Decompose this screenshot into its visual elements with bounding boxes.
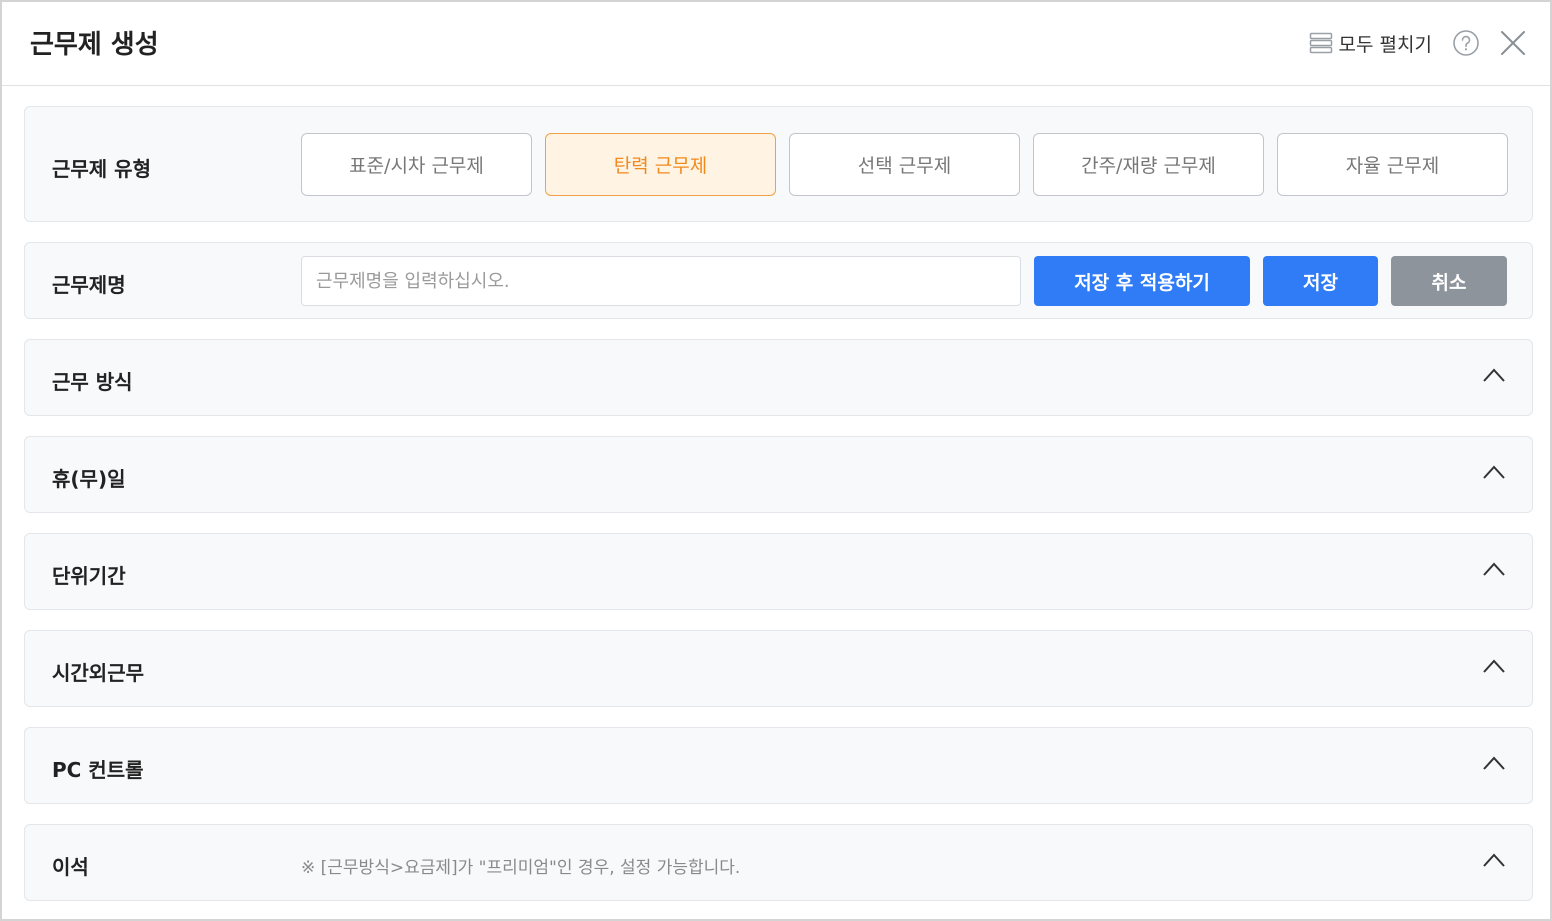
section-label: 근무 방식 — [52, 370, 133, 394]
header-tools: 모두 펼치기 — [1309, 26, 1526, 60]
section-note: ※ [근무방식>요금제]가 "프리미엄"인 경우, 설정 가능합니다. — [301, 858, 741, 878]
section-label: 시간외근무 — [52, 661, 144, 685]
expand-all-button[interactable]: 모두 펼치기 — [1309, 30, 1432, 57]
work-name-label: 근무제명 — [52, 273, 126, 297]
work-name-input[interactable] — [301, 256, 1021, 306]
save-and-apply-button[interactable]: 저장 후 적용하기 — [1034, 256, 1250, 306]
section-unit-period[interactable]: 단위기간 — [24, 533, 1533, 610]
work-name-card: 근무제명 저장 후 적용하기 저장 취소 — [24, 242, 1533, 319]
type-option-standard[interactable]: 표준/시차 근무제 — [301, 133, 532, 196]
chevron-up-icon[interactable] — [1482, 852, 1506, 868]
close-icon[interactable] — [1500, 30, 1526, 56]
chevron-up-icon[interactable] — [1482, 464, 1506, 480]
list-icon — [1309, 32, 1332, 54]
work-type-label: 근무제 유형 — [52, 157, 151, 181]
type-option-flexible[interactable]: 탄력 근무제 — [545, 133, 776, 196]
section-label: 휴(무)일 — [52, 467, 126, 491]
type-option-selective[interactable]: 선택 근무제 — [789, 133, 1020, 196]
work-schedule-dialog: 근무제 생성 모두 펼치기 근무제 유형 표준/시차 근무제 탄력 근무제 선택… — [0, 0, 1552, 921]
save-button[interactable]: 저장 — [1263, 256, 1378, 306]
dialog-title: 근무제 생성 — [30, 30, 159, 60]
chevron-up-icon[interactable] — [1482, 367, 1506, 383]
dialog-header: 근무제 생성 모두 펼치기 — [2, 2, 1550, 86]
type-option-autonomous[interactable]: 자율 근무제 — [1277, 133, 1508, 196]
section-holidays[interactable]: 휴(무)일 — [24, 436, 1533, 513]
section-label: 이석 — [52, 855, 89, 879]
section-work-method[interactable]: 근무 방식 — [24, 339, 1533, 416]
chevron-up-icon[interactable] — [1482, 658, 1506, 674]
expand-all-label: 모두 펼치기 — [1338, 33, 1432, 56]
cancel-button[interactable]: 취소 — [1391, 256, 1507, 306]
section-away[interactable]: 이석 ※ [근무방식>요금제]가 "프리미엄"인 경우, 설정 가능합니다. — [24, 824, 1533, 901]
work-type-card: 근무제 유형 표준/시차 근무제 탄력 근무제 선택 근무제 간주/재량 근무제… — [24, 106, 1533, 222]
section-pc-control[interactable]: PC 컨트롤 — [24, 727, 1533, 804]
chevron-up-icon[interactable] — [1482, 561, 1506, 577]
section-overtime[interactable]: 시간외근무 — [24, 630, 1533, 707]
type-option-deemed[interactable]: 간주/재량 근무제 — [1033, 133, 1264, 196]
section-label: 단위기간 — [52, 564, 126, 588]
section-label: PC 컨트롤 — [52, 758, 144, 782]
chevron-up-icon[interactable] — [1482, 755, 1506, 771]
question-circle-icon[interactable] — [1452, 29, 1480, 57]
